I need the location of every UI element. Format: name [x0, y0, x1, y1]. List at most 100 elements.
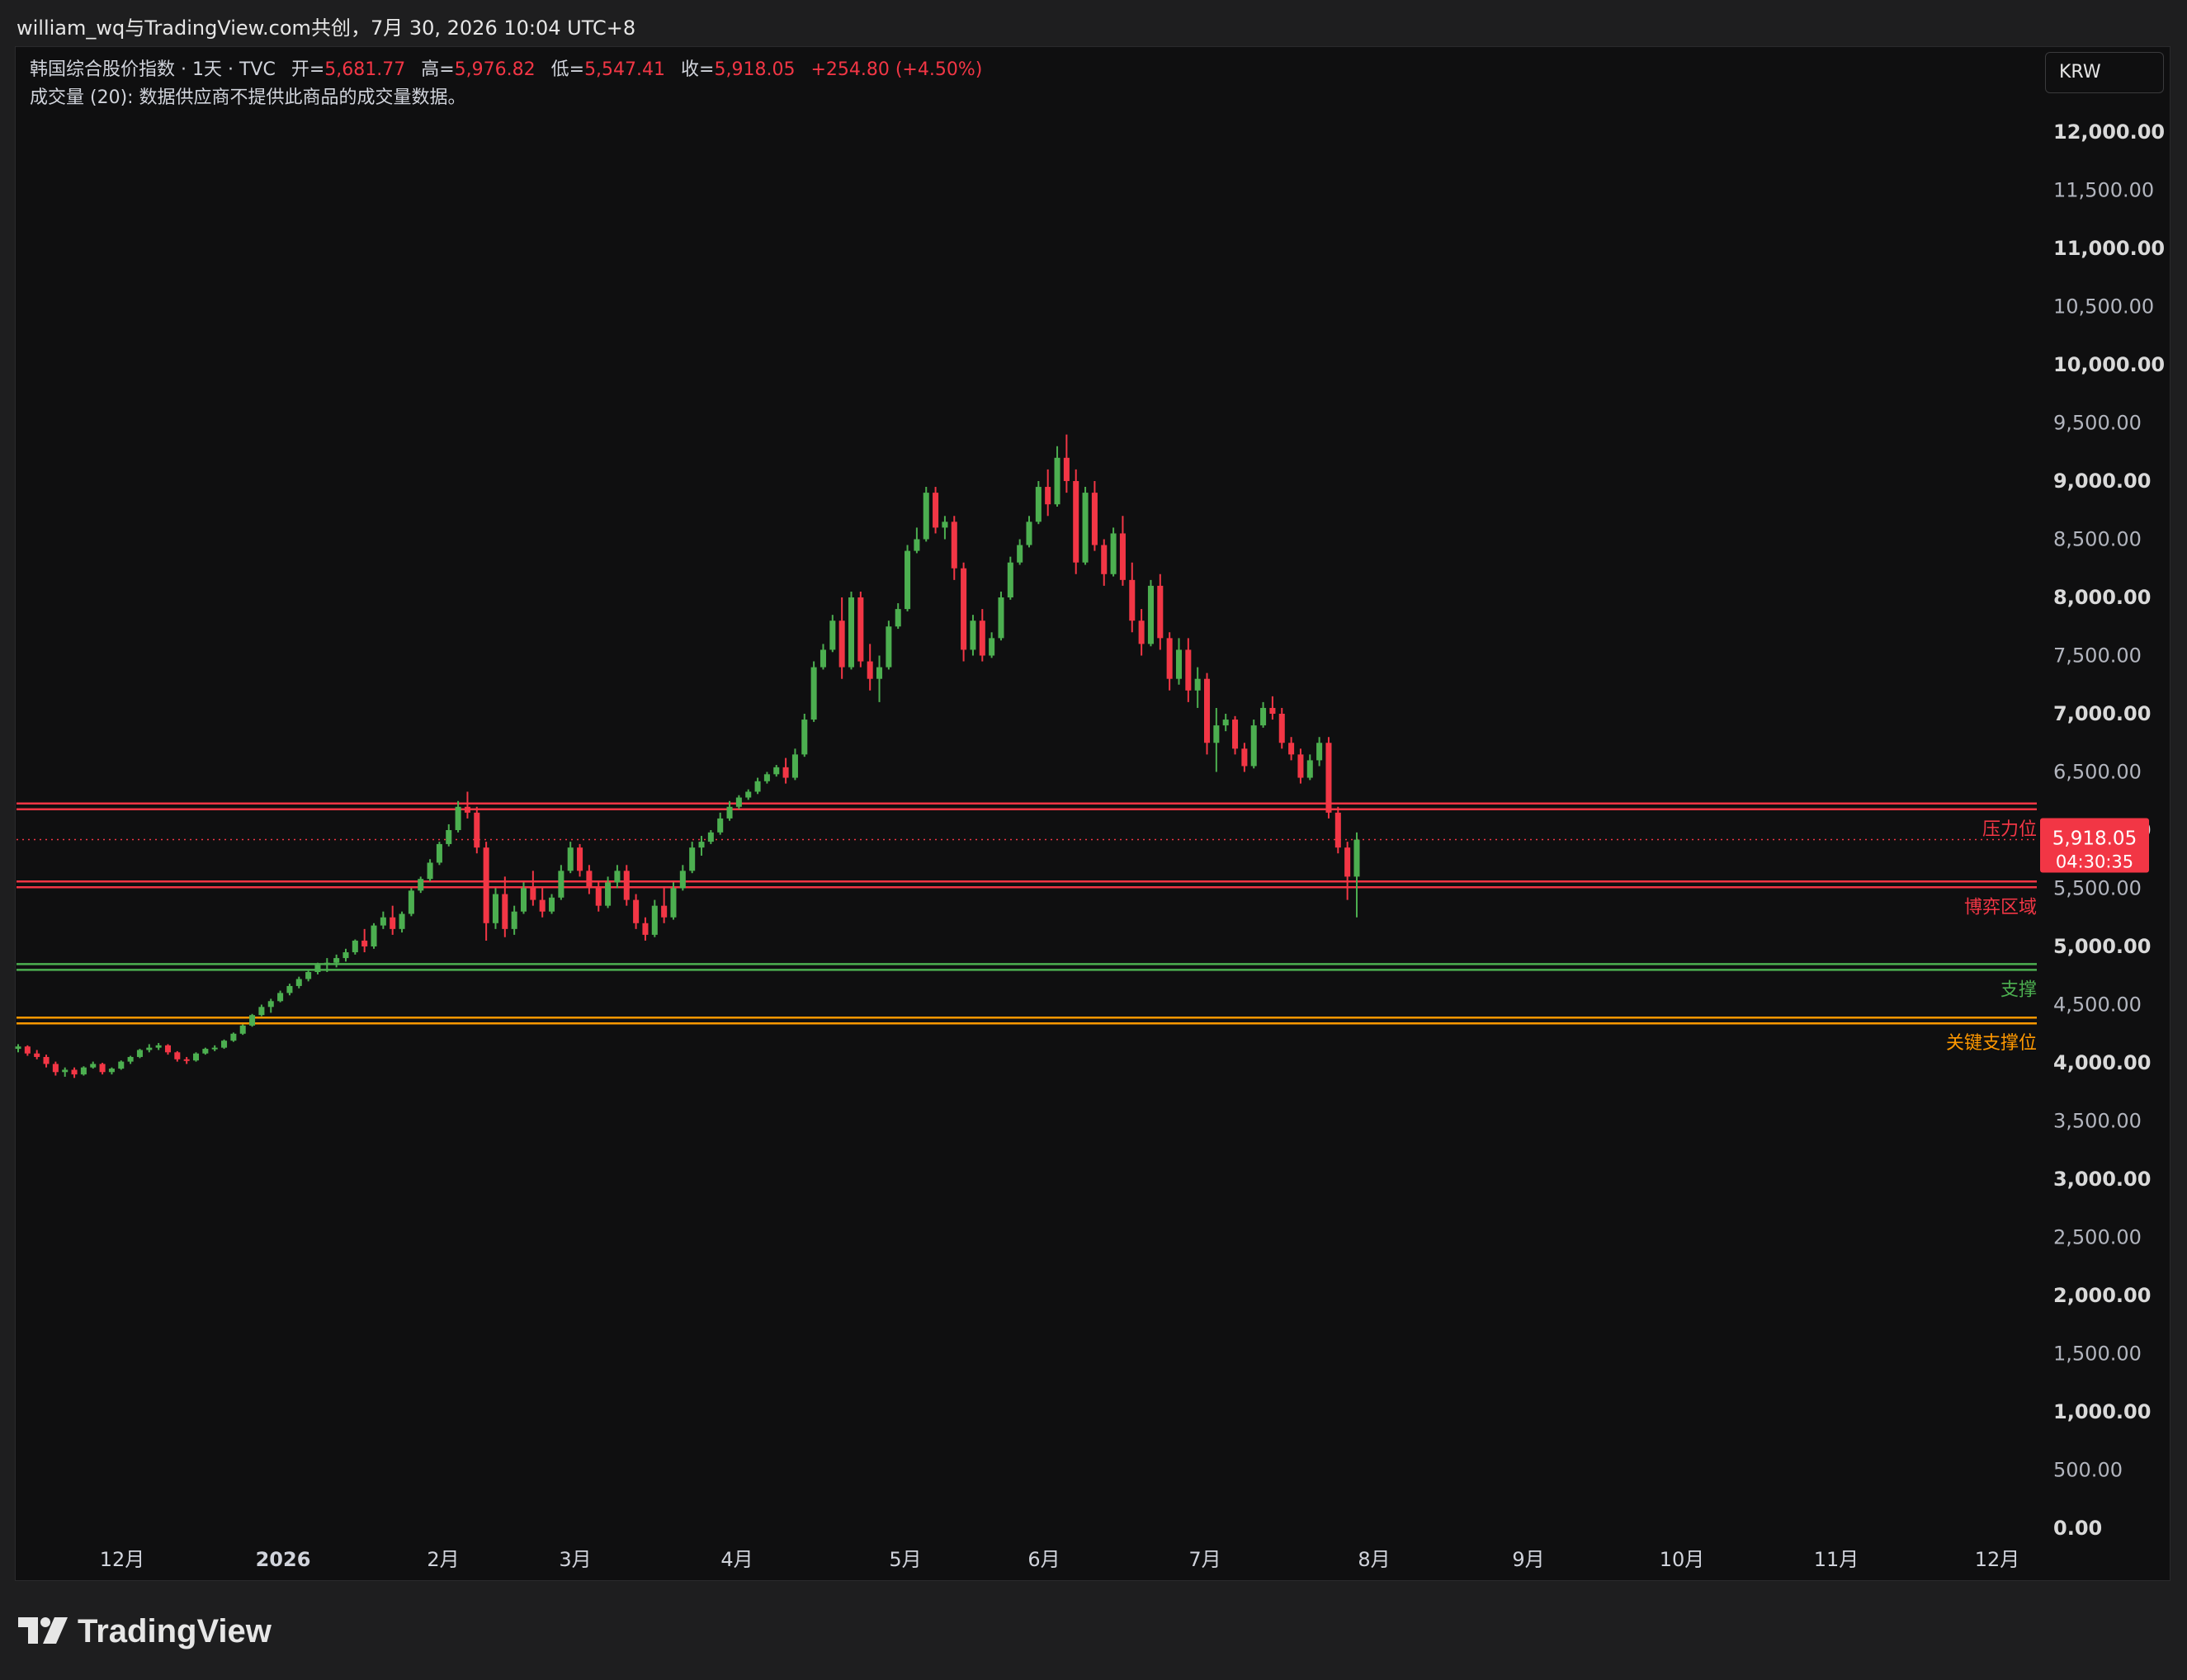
candle	[1278, 707, 1285, 749]
candle-body	[763, 774, 770, 781]
candle-body	[511, 911, 517, 929]
candle	[558, 865, 564, 900]
candle-body	[352, 940, 358, 953]
candle	[1232, 715, 1239, 755]
candle-body	[1045, 487, 1051, 505]
candle-body	[1129, 579, 1136, 621]
candle	[791, 748, 798, 781]
candle-body	[249, 1015, 256, 1026]
candle-body	[286, 985, 293, 993]
candle	[455, 800, 461, 833]
candle-body	[1007, 562, 1013, 597]
candle	[1035, 481, 1042, 525]
price-tick-label: 10,000.00	[2053, 353, 2165, 376]
candle	[679, 865, 686, 891]
candle	[942, 516, 948, 540]
candle-body	[979, 621, 985, 656]
candle	[90, 1061, 97, 1069]
high-value: 5,976.82	[454, 59, 536, 80]
candle-body	[342, 952, 349, 959]
candle-body	[1035, 487, 1042, 522]
candle	[474, 806, 480, 854]
price-tick-label: 11,500.00	[2053, 179, 2154, 202]
candle-body	[549, 897, 555, 912]
candle-body	[1353, 839, 1360, 877]
candle	[342, 948, 349, 962]
candle	[735, 795, 742, 809]
candle-body	[1175, 649, 1183, 679]
candle	[108, 1067, 115, 1075]
candle	[763, 772, 770, 784]
price-tick-label: 1,500.00	[2053, 1343, 2142, 1366]
candle	[1007, 556, 1013, 600]
volume-line[interactable]: 成交量 (20): 数据供应商不提供此商品的成交量数据。	[30, 84, 982, 112]
candle-body	[118, 1061, 125, 1069]
candle	[1054, 446, 1060, 507]
candle-body	[15, 1046, 21, 1050]
candle-body	[1063, 457, 1070, 481]
candle-body	[1250, 725, 1257, 767]
candle-body	[933, 493, 939, 528]
candle	[895, 603, 901, 630]
price-tick-label: 3,000.00	[2053, 1168, 2151, 1191]
chart-canvas[interactable]: 压力位博弈区域支撑关键支撑位 12,000.00 11,500.00 11,000.…	[0, 0, 2187, 1680]
candle-body	[895, 609, 901, 627]
candle	[211, 1045, 218, 1051]
candle-body	[1017, 545, 1023, 563]
time-tick-label: 9月	[1512, 1548, 1544, 1571]
time-tick-label: 11月	[1814, 1548, 1859, 1571]
candle	[1353, 832, 1360, 918]
tradingview-logo[interactable]: TradingView	[18, 1611, 272, 1652]
candle-body	[791, 754, 798, 778]
candle	[773, 765, 780, 777]
candle	[549, 894, 555, 914]
candle-body	[1147, 585, 1154, 644]
candle	[1250, 720, 1257, 769]
candle-body	[1138, 621, 1145, 644]
candle-body	[1213, 725, 1220, 743]
time-tick-label: 4月	[720, 1548, 753, 1571]
candle	[427, 859, 433, 882]
candle	[642, 917, 649, 941]
candle-body	[810, 667, 817, 720]
candle	[1129, 562, 1136, 633]
candle	[1045, 469, 1051, 517]
candle-body	[1222, 720, 1229, 726]
candle-body	[689, 847, 696, 871]
candle	[502, 876, 508, 937]
candle	[970, 615, 976, 656]
candle	[801, 714, 808, 757]
price-tick-label: 4,000.00	[2053, 1051, 2151, 1074]
candle	[155, 1043, 162, 1050]
candle	[408, 888, 414, 917]
open-value: 5,681.77	[324, 59, 406, 80]
candle-body	[848, 597, 855, 668]
symbol-label[interactable]: 韩国综合股价指数 · 1天 · TVC	[30, 59, 276, 80]
candle	[183, 1056, 190, 1064]
candle-body	[427, 862, 433, 880]
candle	[295, 976, 302, 989]
candle-body	[1288, 743, 1295, 755]
price-tick-label: 500.00	[2053, 1459, 2123, 1482]
candle-body	[164, 1045, 171, 1053]
candle-body	[1297, 754, 1304, 778]
candle	[1334, 806, 1341, 854]
candle	[1222, 714, 1229, 732]
candle-body	[455, 806, 461, 830]
candle-body	[52, 1064, 59, 1073]
candle	[1260, 701, 1267, 728]
candle	[857, 591, 864, 668]
candle-body	[838, 621, 845, 668]
candle-body	[80, 1067, 87, 1075]
candle-body	[1194, 678, 1201, 691]
tradingview-logo-icon	[18, 1617, 68, 1644]
candle-body	[361, 940, 368, 946]
currency-button[interactable]: KRW	[2045, 52, 2164, 93]
candle-body	[717, 818, 724, 833]
time-tick-label: 5月	[889, 1548, 921, 1571]
candle-body	[418, 879, 424, 891]
open-label: 开=	[290, 59, 325, 80]
candle	[380, 911, 386, 929]
candle-body	[1316, 743, 1323, 761]
candle	[1119, 516, 1126, 586]
